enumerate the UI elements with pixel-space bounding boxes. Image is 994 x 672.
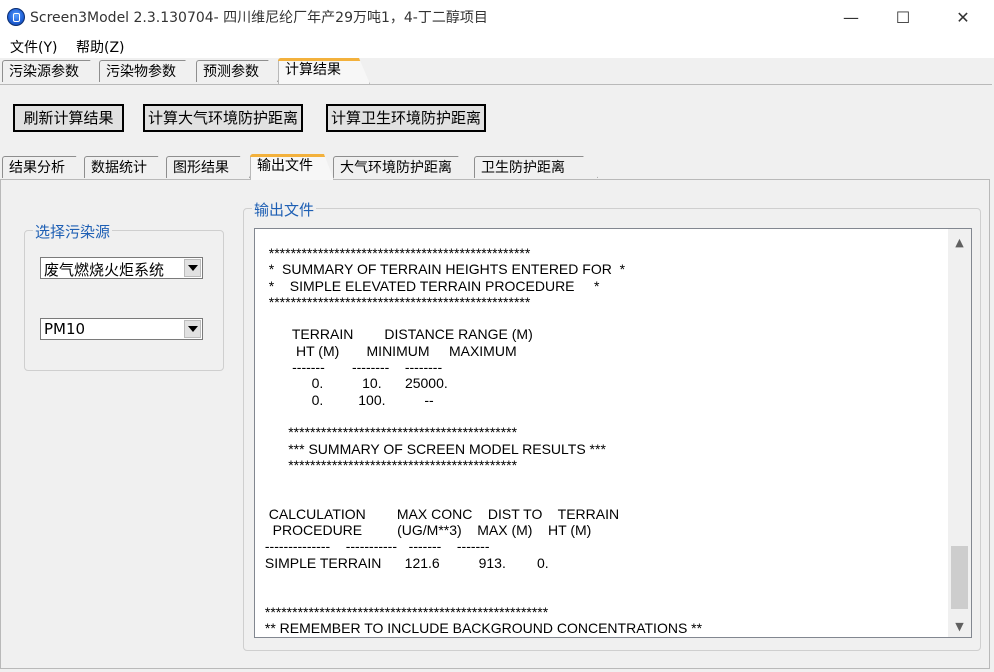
refresh-results-button[interactable]: 刷新计算结果 — [13, 104, 124, 132]
scroll-thumb[interactable] — [951, 546, 968, 609]
pollutant-select-value: PM10 — [44, 320, 86, 338]
source-select-group: 选择污染源 — [24, 221, 224, 371]
tab-source-params[interactable]: 污染源参数 — [2, 60, 102, 82]
output-group-legend: 输出文件 — [252, 199, 317, 220]
chevron-down-icon[interactable] — [184, 259, 201, 277]
tab-result-analysis[interactable]: 结果分析 — [2, 156, 86, 178]
tab-graphic-results[interactable]: 图形结果 — [166, 156, 250, 178]
output-textarea[interactable]: ****************************************… — [254, 228, 972, 638]
minimize-button[interactable]: — — [828, 0, 874, 34]
tab-output-file[interactable]: 输出文件 — [250, 154, 334, 180]
tab-atmos-distance[interactable]: 大气环境防护距离 — [333, 156, 475, 178]
scroll-up-icon[interactable]: ▲ — [948, 231, 971, 253]
source-select[interactable]: 废气燃烧火炬系统 — [40, 257, 203, 279]
tab-data-statistics[interactable]: 数据统计 — [84, 156, 168, 178]
tab-pollutant-params[interactable]: 污染物参数 — [99, 60, 197, 82]
calc-atmos-distance-button[interactable]: 计算大气环境防护距离 — [143, 104, 303, 132]
menu-file[interactable]: 文件(Y) — [10, 37, 57, 57]
chevron-down-icon[interactable] — [184, 320, 201, 338]
source-select-value: 废气燃烧火炬系统 — [44, 261, 165, 279]
scroll-down-icon[interactable]: ▼ — [948, 615, 971, 637]
window-title: Screen3Model 2.3.130704- 四川维尼纶厂年产29万吨1，4… — [30, 10, 488, 26]
app-icon — [7, 8, 25, 26]
main-tabstrip: 污染源参数 污染物参数 预测参数 计算结果 — [0, 58, 994, 84]
tab-calc-results[interactable]: 计算结果 — [278, 58, 370, 84]
calc-sanitary-distance-button[interactable]: 计算卫生环境防护距离 — [326, 104, 486, 132]
title-bar: Screen3Model 2.3.130704- 四川维尼纶厂年产29万吨1，4… — [0, 0, 994, 35]
tab-prediction-params[interactable]: 预测参数 — [196, 60, 278, 82]
menu-help[interactable]: 帮助(Z) — [76, 37, 125, 57]
menu-bar: 文件(Y) 帮助(Z) — [0, 34, 994, 58]
tab-sanitary-distance[interactable]: 卫生防护距离 — [474, 156, 598, 178]
maximize-button[interactable]: ☐ — [880, 0, 926, 34]
sub-tabstrip: 结果分析 数据统计 图形结果 输出文件 大气环境防护距离 卫生防护距离 — [0, 154, 994, 180]
source-group-legend: 选择污染源 — [33, 221, 113, 242]
output-scrollbar[interactable]: ▲ ▼ — [948, 229, 971, 637]
pollutant-select[interactable]: PM10 — [40, 318, 203, 340]
output-text: ****************************************… — [261, 245, 703, 636]
close-button[interactable]: ✕ — [940, 0, 986, 34]
